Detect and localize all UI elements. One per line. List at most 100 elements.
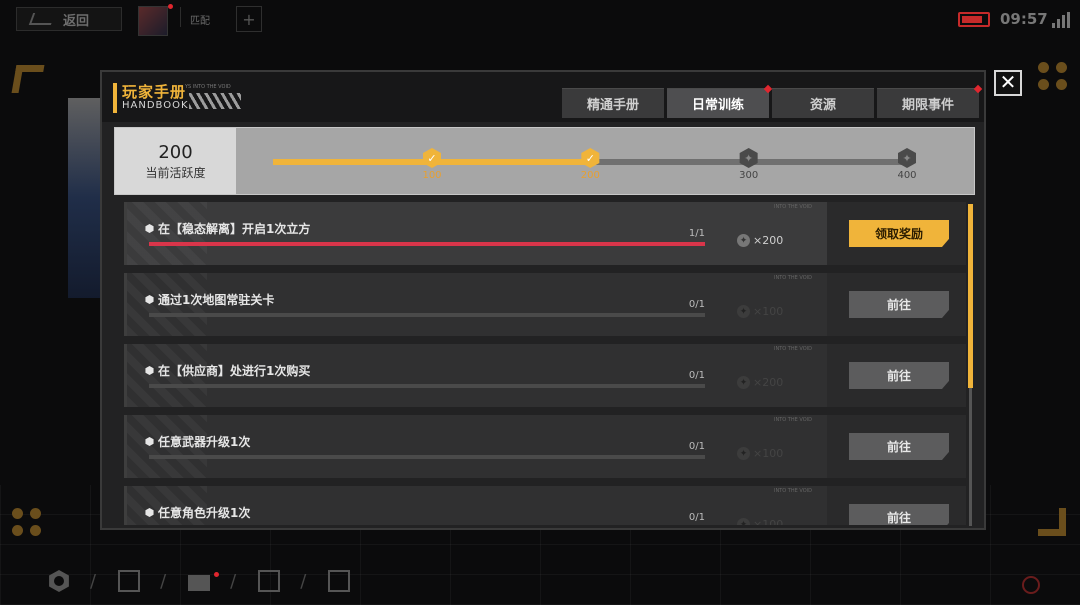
milestone-label: 100 <box>422 170 442 181</box>
task-progress-bar <box>149 313 705 317</box>
handbook-dialog: 玩家手册 HANDBOOK YS INTO THE VOID 精通手册 日常训练 资… <box>100 70 986 530</box>
top-bar: 返回 匹配 + 09:57 <box>0 0 1080 40</box>
milestone-hex-icon: ✦ <box>739 148 758 168</box>
task-row: INTO THE VOID 在【供应商】处进行1次购买 0/1 ✦ ×200 前往 <box>124 344 966 407</box>
dots-decor <box>12 508 42 536</box>
task-count: 0/1 <box>688 299 705 310</box>
milestone-200[interactable]: ✓ 200 <box>570 148 610 181</box>
go-button[interactable]: 前往 <box>849 362 949 389</box>
tab-badge-dot <box>973 84 983 94</box>
task-description: 通过1次地图常驻关卡 <box>145 291 274 308</box>
activity-label: 当前活跃度 <box>145 165 206 180</box>
activity-token-icon: ✦ <box>737 376 750 389</box>
activity-token-icon: ✦ <box>737 234 750 247</box>
activity-token-icon: ✦ <box>737 447 750 460</box>
task-count: 1/1 <box>688 228 705 239</box>
row-tag: INTO THE VOID <box>774 275 812 281</box>
task-text: 任意武器升级1次 <box>158 435 251 449</box>
milestone-300[interactable]: ✦ 300 <box>729 148 769 181</box>
handbook-title: 玩家手册 <box>122 83 187 101</box>
checklist-icon[interactable] <box>328 570 351 592</box>
handbook-subtitle: HANDBOOK <box>122 100 189 111</box>
settings-hex-icon[interactable] <box>49 570 69 592</box>
reward-amount: ×100 <box>753 305 784 318</box>
row-tag: INTO THE VOID <box>774 417 812 423</box>
go-button[interactable]: 前往 <box>849 504 949 525</box>
task-reward: ✦ ×200 <box>737 234 783 247</box>
milestone-hex-icon: ✓ <box>423 148 441 168</box>
notification-dot <box>168 4 173 9</box>
hex-bullet-icon <box>145 224 154 233</box>
go-button[interactable]: 前往 <box>849 291 949 318</box>
task-text: 在【供应商】处进行1次购买 <box>158 364 311 378</box>
signal-icon <box>1052 12 1070 28</box>
task-progress-fill <box>149 242 705 246</box>
task-reward: ✦ ×200 <box>737 376 783 389</box>
task-text: 通过1次地图常驻关卡 <box>158 293 275 307</box>
back-arrow-icon <box>28 13 56 25</box>
task-list[interactable]: INTO THE VOID 在【稳态解离】开启1次立方 1/1 ✦ ×200 领取奖励 IN… <box>124 202 966 525</box>
row-tag: INTO THE VOID <box>774 346 812 352</box>
milestone-hex-icon: ✓ <box>581 148 600 168</box>
mail-notification-dot <box>214 572 219 577</box>
tab-3[interactable]: 期限事件 <box>877 84 983 118</box>
go-button[interactable]: 前往 <box>849 433 949 460</box>
reward-amount: ×100 <box>753 447 784 460</box>
task-progress-bar <box>149 384 705 388</box>
close-button[interactable]: ✕ <box>994 70 1022 96</box>
row-tag: INTO THE VOID <box>774 488 812 494</box>
tab-label: 资源 <box>809 98 836 113</box>
logo-accent-bar <box>113 83 117 113</box>
gift-icon[interactable] <box>258 570 281 592</box>
task-count: 0/1 <box>688 370 705 381</box>
claim-reward-button[interactable]: 领取奖励 <box>849 220 949 247</box>
activity-panel: 200 当前活跃度 ✓ 100 ✓ 200 ✦ 300 ✦ 400 <box>114 127 975 195</box>
task-reward: ✦ ×100 <box>737 518 783 525</box>
task-count: 0/1 <box>688 441 705 452</box>
stripes-decor <box>189 93 241 109</box>
tab-bar: 精通手册 日常训练 资源 期限事件 <box>562 84 983 118</box>
milestone-label: 200 <box>580 170 600 181</box>
task-description: 在【供应商】处进行1次购买 <box>145 362 310 379</box>
notes-icon[interactable] <box>118 570 141 592</box>
milestone-label: 300 <box>739 170 759 181</box>
hex-bullet-icon <box>145 437 154 446</box>
bottom-nav: / / / / <box>48 570 351 592</box>
tab-2[interactable]: 资源 <box>772 88 874 118</box>
clock: 09:57 <box>1000 10 1048 28</box>
task-description: 在【稳态解离】开启1次立方 <box>145 220 310 237</box>
reward-amount: ×200 <box>753 234 784 247</box>
corner-bracket-decor <box>11 65 45 93</box>
task-description: 任意武器升级1次 <box>145 433 250 450</box>
activity-value: 200 <box>158 141 193 163</box>
avatar[interactable] <box>138 6 168 36</box>
task-text: 在【稳态解离】开启1次立方 <box>158 222 311 236</box>
tab-label: 精通手册 <box>586 98 639 113</box>
milestone-label: 400 <box>897 170 917 181</box>
tab-label: 日常训练 <box>691 98 744 113</box>
tab-label: 期限事件 <box>901 98 954 113</box>
alert-icon[interactable] <box>1022 576 1040 594</box>
activity-token-icon: ✦ <box>737 518 750 525</box>
add-button[interactable]: + <box>236 6 262 32</box>
milestone-400[interactable]: ✦ 400 <box>887 148 927 181</box>
tab-1[interactable]: 日常训练 <box>667 84 773 118</box>
back-label: 返回 <box>63 13 90 29</box>
reward-amount: ×200 <box>753 376 784 389</box>
handbook-tagline: YS INTO THE VOID <box>185 84 231 90</box>
task-row: INTO THE VOID 任意角色升级1次 0/1 ✦ ×100 前往 <box>124 486 966 525</box>
back-button[interactable]: 返回 <box>16 7 122 31</box>
task-text: 任意角色升级1次 <box>158 506 251 520</box>
mail-icon[interactable] <box>188 574 211 591</box>
task-row: INTO THE VOID 任意武器升级1次 0/1 ✦ ×100 前往 <box>124 415 966 478</box>
corner-bracket-decor <box>1038 508 1066 536</box>
battery-icon <box>958 12 990 27</box>
scrollbar-thumb[interactable] <box>968 204 973 388</box>
activity-score: 200 当前活跃度 <box>115 128 236 194</box>
match-label[interactable]: 匹配 <box>180 7 210 27</box>
hex-bullet-icon <box>145 508 154 517</box>
milestone-100[interactable]: ✓ 100 <box>412 148 452 181</box>
activity-token-icon: ✦ <box>737 305 750 318</box>
reward-amount: ×100 <box>753 518 784 525</box>
tab-0[interactable]: 精通手册 <box>562 88 664 118</box>
